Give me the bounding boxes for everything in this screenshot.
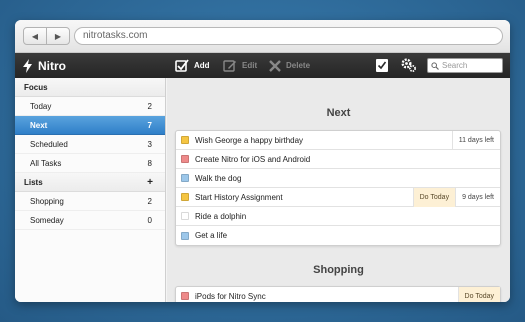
task-name: Create Nitro for iOS and Android [195,154,311,164]
edit-label: Edit [242,61,258,70]
sidebar-item-label: Next [30,120,48,130]
task-row[interactable]: Start History Assignment Do Today 9 days l… [176,187,500,207]
task-row[interactable]: Ride a dolphin [176,207,500,226]
add-button[interactable]: Add [175,53,210,78]
sidebar-item-label: All Tasks [30,158,62,168]
back-button[interactable]: ◀ [24,28,46,44]
sidebar-item-label: Scheduled [30,139,68,149]
task-row[interactable]: Create Nitro for iOS and Android [176,150,500,169]
sidebar-item-label: Shopping [30,196,64,206]
sidebar-item-all-tasks[interactable]: All Tasks 8 [15,154,165,173]
do-today-badge[interactable]: Do Today [457,286,500,302]
task-checkbox[interactable] [181,212,189,220]
sidebar: Focus Today 2 Next 7 Scheduled 3 All Tas… [15,78,166,302]
due-date-label: 11 days left [451,130,500,150]
sidebar-item-count: 8 [147,158,152,168]
sidebar-item-count: 0 [147,215,152,225]
lists-heading: Lists + [15,173,165,192]
app-brand: Nitro [23,53,66,78]
sidebar-item-count: 7 [147,120,152,130]
task-name: Wish George a happy birthday [195,135,304,145]
delete-button[interactable]: Delete [269,53,310,78]
due-date-label: 9 days left [455,187,500,207]
focus-heading: Focus [15,78,165,97]
list-title-next: Next [326,107,351,119]
edit-button[interactable]: Edit [223,53,257,78]
task-name: iPods for Nitro Sync [195,291,266,301]
task-row[interactable]: Get a life [176,226,500,245]
search-field[interactable]: Search [427,58,503,73]
add-list-button[interactable]: + [147,177,153,188]
task-checkbox[interactable] [181,193,189,201]
checklist-icon[interactable] [375,58,389,73]
task-checkbox[interactable] [181,231,189,240]
focus-heading-label: Focus [24,82,48,92]
sidebar-item-today[interactable]: Today 2 [15,97,165,116]
task-row[interactable]: Walk the dog [176,169,500,188]
add-label: Add [194,61,210,70]
lists-heading-label: Lists [24,177,43,187]
task-row[interactable]: iPods for Nitro Sync Do Today [176,286,500,302]
sidebar-item-label: Today [30,101,52,111]
task-list-next: Wish George a happy birthday 11 days left… [175,130,501,246]
pencil-icon [223,60,236,72]
sidebar-item-count: 2 [147,196,152,206]
sidebar-item-label: Someday [30,215,64,225]
task-row[interactable]: Wish George a happy birthday 11 days left [176,130,500,150]
sidebar-item-count: 2 [147,101,152,111]
address-bar[interactable]: nitrotasks.com [74,27,503,45]
app-name: Nitro [38,58,66,73]
delete-x-icon [269,59,281,72]
browser-chrome: ◀ ▶ nitrotasks.com [15,20,510,53]
do-today-badge[interactable]: Do Today [412,187,456,207]
search-placeholder: Search [442,61,468,70]
gear-icon[interactable] [400,57,417,73]
main-content: Next Wish George a happy birthday 11 days… [167,78,510,302]
task-name: Walk the dog [195,173,242,183]
task-checkbox[interactable] [181,292,189,300]
browser-window: ◀ ▶ nitrotasks.com Nitro Add Edit Delete… [15,20,510,302]
sidebar-item-next[interactable]: Next 7 [15,116,165,135]
app-toolbar: Nitro Add Edit Delete Search [15,53,510,78]
forward-button[interactable]: ▶ [46,28,69,44]
sidebar-item-someday[interactable]: Someday 0 [15,211,165,230]
sidebar-item-shopping[interactable]: Shopping 2 [15,192,165,211]
task-list-shopping: iPods for Nitro SyncDo TodayThinkpad - W… [175,286,501,302]
add-checkbox-icon [175,59,189,72]
task-checkbox[interactable] [181,174,189,182]
browser-nav-buttons: ◀ ▶ [23,27,70,45]
delete-label: Delete [286,61,311,70]
task-checkbox[interactable] [181,155,189,163]
sidebar-item-count: 3 [147,139,152,149]
sidebar-item-scheduled[interactable]: Scheduled 3 [15,135,165,154]
task-name: Get a life [195,231,228,240]
task-name: Start History Assignment [195,192,283,202]
task-checkbox[interactable] [181,136,189,144]
task-name: Ride a dolphin [195,211,247,221]
list-title-shopping: Shopping [313,264,364,276]
lightning-icon [23,58,32,73]
search-icon [431,61,439,70]
